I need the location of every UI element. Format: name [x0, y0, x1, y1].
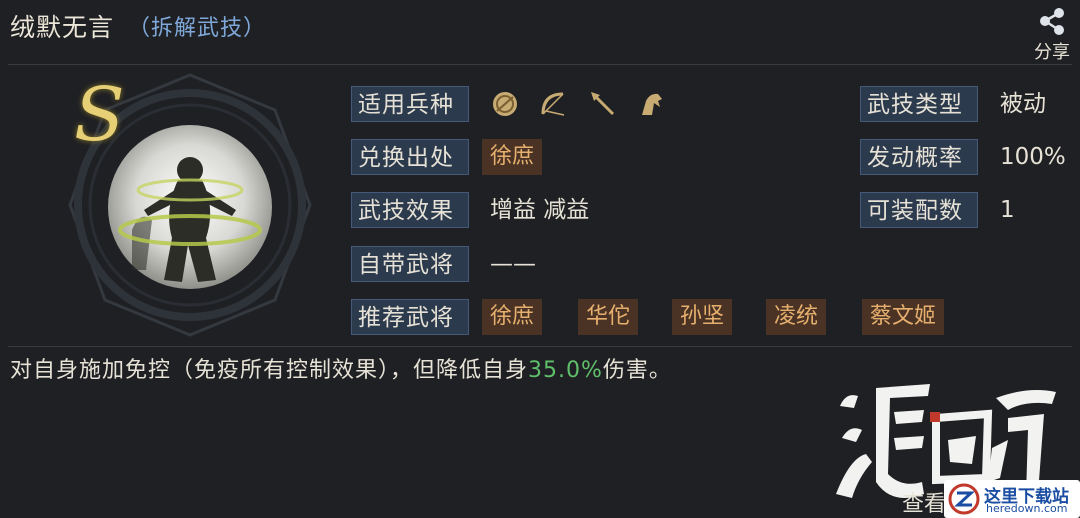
- skill-description: 对自身施加免控（免疫所有控制效果），但降低自身35.0%伤害。: [10, 352, 672, 384]
- equip-count-value: 1: [1000, 197, 1015, 223]
- equip-count-label: 可装配数: [860, 192, 978, 228]
- divider-top: [8, 64, 1072, 65]
- effect-label: 武技效果: [351, 192, 469, 228]
- skill-title: 绒默无言: [10, 13, 115, 42]
- source-general-tag[interactable]: 徐庶: [482, 139, 543, 175]
- site-name-en: heredown.com: [986, 502, 1068, 515]
- trigger-rate-label: 发动概率: [860, 139, 978, 175]
- header: 绒默无言 （拆解武技） 分享: [0, 0, 1080, 64]
- recommended-general-tag[interactable]: 孙坚: [672, 299, 733, 335]
- skill-type-value: 被动: [1000, 91, 1046, 117]
- builtin-general-value: ——: [490, 251, 536, 277]
- effect-value: 增益 减益: [490, 197, 590, 223]
- horse-icon: [642, 93, 662, 115]
- trigger-rate-value: 100%: [1000, 144, 1066, 170]
- builtin-general-label: 自带武将: [351, 246, 469, 282]
- site-watermark-badge: 这里下载站 heredown.com: [944, 480, 1080, 518]
- recommended-general-label: 推荐武将: [351, 299, 469, 335]
- shield-icon: [493, 92, 517, 116]
- applicable-troops-label: 适用兵种: [351, 86, 469, 122]
- recommended-general-tag[interactable]: 华佗: [578, 299, 639, 335]
- share-label: 分享: [1034, 42, 1070, 63]
- description-text-end: 伤害。: [602, 358, 672, 383]
- share-icon: [1040, 8, 1064, 35]
- share-button[interactable]: 分享: [1030, 6, 1074, 64]
- view-button[interactable]: 查看: [902, 486, 946, 518]
- damage-reduction-value: 35.0%: [528, 358, 603, 383]
- skill-type-label: 武技类型: [860, 86, 978, 122]
- dismantle-skill-link[interactable]: （拆解武技）: [128, 10, 266, 42]
- divider-mid: [8, 346, 1072, 347]
- source-label: 兑换出处: [351, 139, 469, 175]
- recommended-general-tag[interactable]: 凌统: [766, 299, 827, 335]
- recommended-general-tag[interactable]: 徐庶: [482, 299, 543, 335]
- bow-icon: [541, 92, 565, 116]
- site-logo-icon: [948, 483, 980, 515]
- grade-s: S: [74, 72, 125, 158]
- spear-icon: [591, 92, 615, 116]
- recommended-general-tag[interactable]: 蔡文姬: [862, 299, 945, 335]
- description-text: 对自身施加免控（免疫所有控制效果），但降低自身: [10, 358, 529, 383]
